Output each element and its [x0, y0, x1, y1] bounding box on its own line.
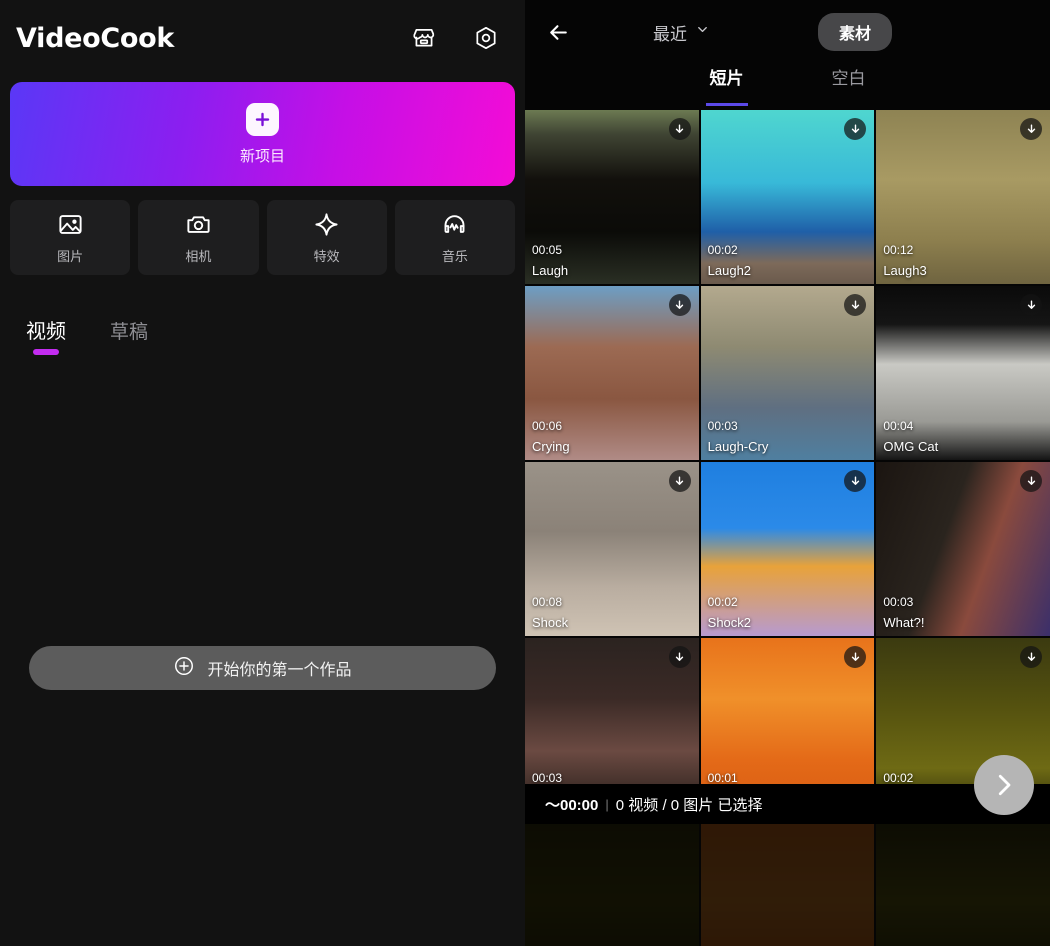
media-duration: 00:02	[707, 595, 738, 609]
camera-icon	[185, 211, 212, 238]
right-header: 最近 素材	[525, 0, 1050, 64]
tool-effects-label: 特效	[313, 248, 340, 264]
media-name: Laugh2	[707, 263, 752, 278]
tool-music-label: 音乐	[441, 248, 468, 264]
download-icon[interactable]	[1020, 118, 1042, 140]
media-name: OMG Cat	[883, 439, 939, 454]
media-duration: 00:06	[532, 419, 563, 433]
new-project-button[interactable]: 新项目	[10, 82, 515, 186]
media-cell[interactable]	[525, 814, 699, 946]
media-duration: 00:03	[532, 771, 563, 785]
media-duration: 00:12	[883, 243, 914, 257]
media-cell[interactable]	[876, 814, 1050, 946]
media-cell[interactable]: 00:05 Laugh	[525, 110, 699, 284]
media-cell[interactable]: 00:02 Laugh2	[700, 110, 875, 284]
media-duration: 00:05	[532, 243, 563, 257]
start-first-work-label: 开始你的第一个作品	[207, 662, 352, 679]
recent-dropdown[interactable]: 最近	[653, 20, 710, 45]
download-icon[interactable]	[668, 294, 691, 316]
app-logo: VideoCook	[16, 22, 175, 54]
chevron-down-icon	[695, 22, 710, 42]
tab-blank-label: 空白	[831, 69, 866, 88]
tab-videos-label: 视频	[26, 321, 66, 343]
tool-image[interactable]: 图片	[10, 200, 131, 275]
media-name: Laugh-Cry	[707, 439, 769, 454]
material-button[interactable]: 素材	[818, 13, 893, 51]
left-header: VideoCook	[0, 0, 525, 76]
media-cell[interactable]: 00:02 Shock2	[700, 462, 875, 636]
media-cell[interactable]: 00:03 What?!	[876, 462, 1050, 636]
media-name: Laugh	[532, 263, 569, 278]
media-cell[interactable]: 00:03 Laugh-Cry	[700, 286, 875, 460]
status-duration: 〜00:00	[545, 796, 599, 814]
media-duration: 00:02	[707, 243, 738, 257]
media-duration: 00:04	[883, 419, 914, 433]
settings-icon[interactable]	[473, 25, 499, 51]
right-panel: 最近 素材 短片 空白 00:05 Laugh 00:02 Laugh2 00:12 La…	[525, 0, 1050, 946]
plus-circle-icon	[173, 655, 195, 682]
download-icon[interactable]	[1020, 646, 1042, 668]
start-first-work-button[interactable]: 开始你的第一个作品	[29, 646, 496, 690]
download-icon[interactable]	[668, 646, 691, 668]
tab-drafts-label: 草稿	[110, 322, 149, 343]
download-icon[interactable]	[668, 118, 691, 140]
material-label: 素材	[839, 26, 872, 43]
new-project-label: 新项目	[239, 147, 285, 165]
next-button[interactable]	[974, 755, 1034, 815]
media-cell[interactable]: 00:04 OMG Cat	[876, 286, 1050, 460]
tool-camera[interactable]: 相机	[138, 200, 259, 275]
selection-status-bar: 〜00:00 | 0 视频 / 0 图片 已选择	[525, 784, 1050, 824]
left-header-icons	[411, 25, 499, 51]
tool-row: 图片 相机 特效 音乐	[0, 186, 525, 275]
media-name: What?!	[883, 615, 925, 630]
headphones-icon	[441, 211, 468, 238]
tool-image-label: 图片	[57, 248, 84, 264]
right-tabs: 短片 空白	[525, 64, 1050, 110]
tab-videos[interactable]: 视频	[26, 315, 66, 355]
media-name: Shock2	[707, 615, 752, 630]
image-icon	[57, 211, 84, 238]
store-icon[interactable]	[411, 25, 437, 51]
tab-drafts[interactable]: 草稿	[110, 317, 148, 355]
recent-label: 最近	[653, 24, 687, 44]
media-cell[interactable]: 00:12 Laugh3	[876, 110, 1050, 284]
tab-shorts[interactable]: 短片	[666, 64, 788, 110]
media-cell[interactable]: 00:06 Crying	[525, 286, 699, 460]
media-name: Crying	[532, 439, 570, 454]
download-icon[interactable]	[1020, 294, 1042, 316]
media-name: Laugh3	[883, 263, 927, 278]
left-panel: VideoCook 新项目 图片 相机 特效 音乐 视频 草稿 开始你的第一个作…	[0, 0, 525, 946]
left-tabs: 视频 草稿	[0, 275, 525, 355]
media-duration: 00:03	[707, 419, 738, 433]
tab-shorts-label: 短片	[709, 69, 744, 88]
back-arrow-icon[interactable]	[541, 15, 575, 49]
sparkle-icon	[313, 211, 340, 238]
media-cell[interactable]: 00:08 Shock	[525, 462, 699, 636]
media-thumbnail	[525, 814, 699, 946]
tab-blank[interactable]: 空白	[788, 64, 910, 110]
media-duration: 00:08	[532, 595, 563, 609]
app-root: VideoCook 新项目 图片 相机 特效 音乐 视频 草稿 开始你的第一个作…	[0, 0, 1050, 946]
media-name: Shock	[532, 615, 569, 630]
download-icon[interactable]	[668, 470, 691, 492]
media-duration: 00:01	[707, 771, 738, 785]
media-thumbnail	[876, 814, 1050, 946]
media-duration: 00:02	[883, 771, 914, 785]
status-separator: |	[605, 796, 609, 812]
download-icon[interactable]	[1020, 470, 1042, 492]
tool-camera-label: 相机	[185, 248, 212, 264]
status-counts: 0 视频 / 0 图片 已选择	[615, 796, 763, 814]
media-cell[interactable]	[700, 814, 875, 946]
media-duration: 00:03	[883, 595, 914, 609]
tool-music[interactable]: 音乐	[394, 200, 515, 275]
tool-effects[interactable]: 特效	[266, 200, 387, 275]
plus-icon	[246, 102, 279, 136]
media-thumbnail	[700, 814, 875, 946]
